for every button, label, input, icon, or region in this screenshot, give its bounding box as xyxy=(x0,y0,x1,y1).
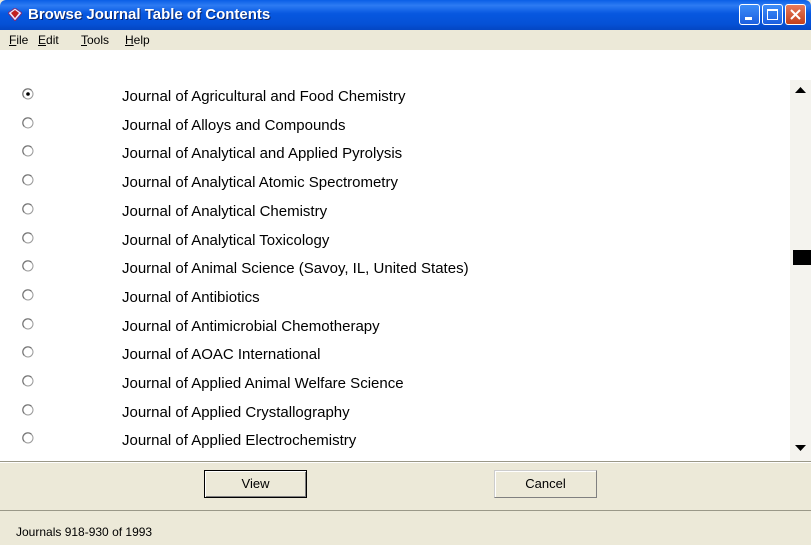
radio-button[interactable] xyxy=(22,203,34,215)
radio-button[interactable] xyxy=(22,317,34,330)
journal-label: Journal of Antibiotics xyxy=(122,288,260,306)
menu-bar: File Edit Tools Help xyxy=(0,30,811,51)
scrollbar-thumb[interactable] xyxy=(793,250,811,265)
journal-label: Journal of Analytical Chemistry xyxy=(122,202,328,220)
journal-label: Journal of Agricultural and Food Chemist… xyxy=(122,88,406,105)
journal-label: Journal of Applied Crystallography xyxy=(122,403,350,421)
journal-label: Journal of Applied Animal Welfare Scienc… xyxy=(122,375,404,392)
journal-row[interactable]: Journal of Agricultural and Food Chemist… xyxy=(0,83,790,112)
window-title: Browse Journal Table of Contents xyxy=(28,6,271,23)
maximize-icon xyxy=(767,9,778,20)
journal-row[interactable]: Journal of Analytical Atomic Spectrometr… xyxy=(0,169,790,198)
journal-label: Journal of Animal Science (Savoy, IL, Un… xyxy=(122,260,469,278)
title-bar[interactable]: Browse Journal Table of Contents xyxy=(0,0,811,30)
journal-row[interactable]: Journal of Analytical Toxicology xyxy=(0,227,790,256)
radio-button[interactable] xyxy=(22,289,34,301)
journal-row[interactable]: Journal of Antimicrobial Chemotherapy xyxy=(0,313,790,342)
journal-label: Journal of Alloys and Compounds xyxy=(122,116,346,134)
journal-label: Journal of Analytical Atomic Spectrometr… xyxy=(122,174,398,192)
journal-row[interactable]: Journal of Antibiotics xyxy=(0,284,790,313)
minimize-icon xyxy=(745,17,752,20)
journal-row[interactable]: Journal of Applied Electrochemistry xyxy=(0,427,790,456)
scroll-up-arrow-icon[interactable] xyxy=(790,80,811,100)
journal-row[interactable]: Journal of AOAC International xyxy=(0,341,790,370)
vertical-scrollbar[interactable] xyxy=(790,80,811,461)
menu-edit[interactable]: Edit xyxy=(38,33,59,47)
view-button[interactable]: View xyxy=(204,470,307,498)
journal-label: Journal of Analytical Toxicology xyxy=(122,231,330,249)
radio-button[interactable] xyxy=(22,403,34,416)
minimize-button[interactable] xyxy=(739,4,760,25)
journal-label: Journal of Applied Electrochemistry xyxy=(122,432,357,450)
radio-button[interactable] xyxy=(22,260,34,272)
radio-button[interactable] xyxy=(22,174,34,186)
button-row: View Cancel xyxy=(0,463,811,510)
close-button[interactable] xyxy=(785,4,806,25)
journal-label: Journal of Analytical and Applied Pyroly… xyxy=(122,145,403,163)
radio-button[interactable] xyxy=(22,432,34,444)
menu-tools[interactable]: Tools xyxy=(81,33,109,47)
journal-row[interactable]: Journal of Applied Animal Welfare Scienc… xyxy=(0,370,790,399)
browse-journal-window: Browse Journal Table of Contents File Ed… xyxy=(0,0,811,545)
journal-row[interactable]: Journal of Alloys and Compounds xyxy=(0,112,790,141)
radio-button[interactable] xyxy=(22,88,34,100)
radio-button[interactable] xyxy=(22,375,34,387)
journal-row[interactable]: Journal of Analytical Chemistry xyxy=(0,198,790,227)
status-text: Journals 918-930 of 1993 xyxy=(16,525,153,539)
journal-label: Journal of AOAC International xyxy=(122,346,321,364)
diamond-app-icon xyxy=(8,8,22,21)
journal-row[interactable]: Journal of Applied Crystallography xyxy=(0,399,790,428)
journal-row[interactable]: Journal of Animal Science (Savoy, IL, Un… xyxy=(0,255,790,284)
menu-file[interactable]: File xyxy=(9,33,28,47)
radio-button[interactable] xyxy=(22,145,34,157)
journal-list-top xyxy=(0,50,811,80)
status-bar: Journals 918-930 of 1993 xyxy=(0,510,811,545)
radio-button[interactable] xyxy=(22,231,34,244)
maximize-button[interactable] xyxy=(762,4,783,25)
scroll-down-arrow-icon[interactable] xyxy=(790,438,811,458)
close-icon xyxy=(790,9,801,20)
journal-label: Journal of Antimicrobial Chemotherapy xyxy=(122,317,380,335)
radio-button[interactable] xyxy=(22,116,34,129)
journal-row[interactable]: Journal of Analytical and Applied Pyroly… xyxy=(0,140,790,169)
radio-button[interactable] xyxy=(22,346,34,358)
cancel-button[interactable]: Cancel xyxy=(494,470,597,498)
menu-help[interactable]: Help xyxy=(125,33,150,47)
